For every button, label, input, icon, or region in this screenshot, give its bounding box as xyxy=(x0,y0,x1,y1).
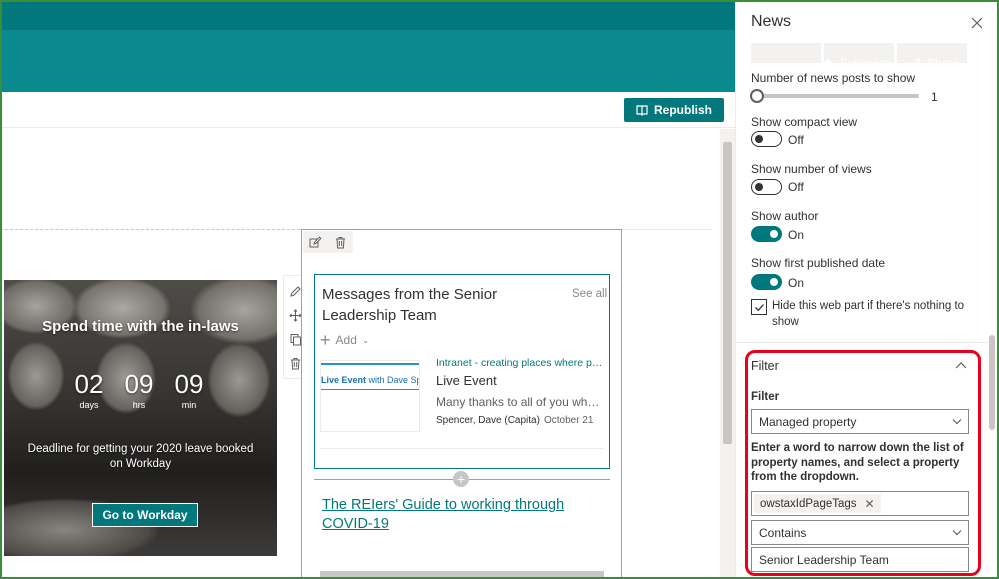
news-thumbnail[interactable]: Live Event with Dave Spe xyxy=(320,360,420,432)
news-count-slider-thumb[interactable] xyxy=(750,89,764,103)
countdown-days: 02 days xyxy=(74,370,104,410)
delete-section-icon[interactable] xyxy=(334,236,347,249)
suite-bar xyxy=(0,0,735,30)
header-actions: Following Share xyxy=(822,56,959,70)
property-tag-label: owstaxIdPageTags xyxy=(760,497,857,510)
minutes-value: 09 xyxy=(174,369,204,399)
section-divider xyxy=(0,229,300,230)
news-count-value: 1 xyxy=(931,90,938,104)
divider xyxy=(735,342,989,343)
star-icon xyxy=(822,57,834,68)
republish-button[interactable]: Republish xyxy=(624,98,724,122)
author-label: Show author xyxy=(751,209,819,223)
news-link-title[interactable]: The REIers' Guide to working through COV… xyxy=(322,496,572,534)
days-value: 02 xyxy=(74,369,104,399)
close-icon[interactable] xyxy=(970,16,984,30)
section-toolbar xyxy=(303,231,353,253)
author-toggle[interactable] xyxy=(751,226,782,242)
news-item-title[interactable]: Live Event xyxy=(436,373,497,388)
add-news-button[interactable]: + Add ⌄ xyxy=(320,330,370,350)
views-label: Show number of views xyxy=(751,162,872,176)
days-label: days xyxy=(79,400,99,410)
filter-label: Filter xyxy=(751,391,780,403)
section-divider xyxy=(622,229,712,230)
move-icon[interactable] xyxy=(288,308,302,322)
countdown-minutes: 09 min xyxy=(174,370,204,410)
add-section-plus-icon[interactable]: + xyxy=(453,471,469,487)
news-item-description: Many thanks to all of you who... xyxy=(436,395,604,409)
divider xyxy=(320,448,604,449)
chevron-down-icon: ⌄ xyxy=(361,334,370,345)
plus-icon: + xyxy=(320,330,331,350)
operator-value: Contains xyxy=(759,526,807,540)
countdown-title: Spend time with the in-laws xyxy=(42,318,239,335)
delete-icon[interactable] xyxy=(289,357,302,370)
hours-label: hrs xyxy=(132,400,146,410)
pane-title: News xyxy=(751,13,792,30)
operator-dropdown[interactable]: Contains xyxy=(751,520,969,545)
hours-value: 09 xyxy=(124,369,154,399)
published-date-label: Show first published date xyxy=(751,256,886,270)
add-label: Add xyxy=(335,333,357,347)
remove-tag-icon[interactable]: ✕ xyxy=(865,497,875,511)
pane-scrollbar-thumb[interactable] xyxy=(989,335,995,430)
news-item-meta: Spencer, Dave (Capita) October 21 xyxy=(436,415,593,426)
countdown-hours: 09 hrs xyxy=(124,370,154,410)
site-header xyxy=(0,30,735,92)
chevron-up-icon[interactable] xyxy=(955,361,967,369)
hide-webpart-label: Hide this web part if there's nothing to… xyxy=(772,300,965,328)
published-date-toggle[interactable] xyxy=(751,274,782,290)
news-item-author: Spencer, Dave (Capita) xyxy=(436,415,540,426)
author-state: On xyxy=(788,228,805,242)
filter-section-title[interactable]: Filter xyxy=(751,359,779,373)
views-toggle[interactable] xyxy=(751,179,782,195)
property-tag: owstaxIdPageTags ✕ xyxy=(754,494,881,513)
published-date-state: On xyxy=(788,276,805,290)
share-icon xyxy=(909,57,921,69)
chevron-down-icon xyxy=(952,530,962,536)
views-state: Off xyxy=(788,180,804,194)
edit-section-icon[interactable] xyxy=(309,235,322,249)
thumbnail-text: Live Event with Dave Spe xyxy=(321,375,419,385)
following-label: Following xyxy=(840,56,891,70)
compact-view-state: Off xyxy=(788,133,804,147)
news-webpart-title[interactable]: Messages from the Senior Leadership Team xyxy=(322,284,542,326)
filter-type-value: Managed property xyxy=(759,415,857,429)
news-count-slider[interactable] xyxy=(757,94,919,98)
following-button[interactable]: Following xyxy=(822,56,891,70)
filter-help-text: Enter a word to narrow down the list of … xyxy=(751,442,964,483)
share-button[interactable]: Share xyxy=(909,56,959,70)
countdown-timer: 02 days 09 hrs 09 min xyxy=(74,370,204,410)
news-item-date: October 21 xyxy=(543,415,594,426)
share-label: Share xyxy=(926,56,959,70)
minutes-label: min xyxy=(181,400,197,410)
compact-view-label: Show compact view xyxy=(751,115,858,129)
news-count-label: Number of news posts to show xyxy=(751,71,916,85)
chevron-down-icon xyxy=(952,419,962,425)
compact-view-toggle[interactable] xyxy=(751,131,782,147)
property-picker[interactable]: owstaxIdPageTags ✕ xyxy=(751,491,969,516)
filter-type-dropdown[interactable]: Managed property xyxy=(751,409,969,434)
see-all-link[interactable]: See all xyxy=(572,288,607,300)
filter-value-input[interactable]: Senior Leadership Team xyxy=(751,547,969,572)
go-to-workday-button[interactable]: Go to Workday xyxy=(92,503,198,527)
countdown-webpart: Spend time with the in-laws 02 days 09 h… xyxy=(4,280,277,556)
checkmark-icon xyxy=(754,303,764,311)
duplicate-icon[interactable] xyxy=(289,333,302,346)
next-item-image xyxy=(320,571,604,579)
page-scrollbar-thumb[interactable] xyxy=(723,142,732,444)
republish-label: Republish xyxy=(653,103,712,117)
news-item-category[interactable]: Intranet - creating places where peop... xyxy=(436,357,604,369)
countdown-message: Deadline for getting your 2020 leave boo… xyxy=(27,443,254,470)
book-icon xyxy=(636,105,648,116)
hide-webpart-checkbox[interactable] xyxy=(751,299,767,315)
layout-option[interactable] xyxy=(751,43,821,63)
edit-icon[interactable] xyxy=(289,285,302,298)
